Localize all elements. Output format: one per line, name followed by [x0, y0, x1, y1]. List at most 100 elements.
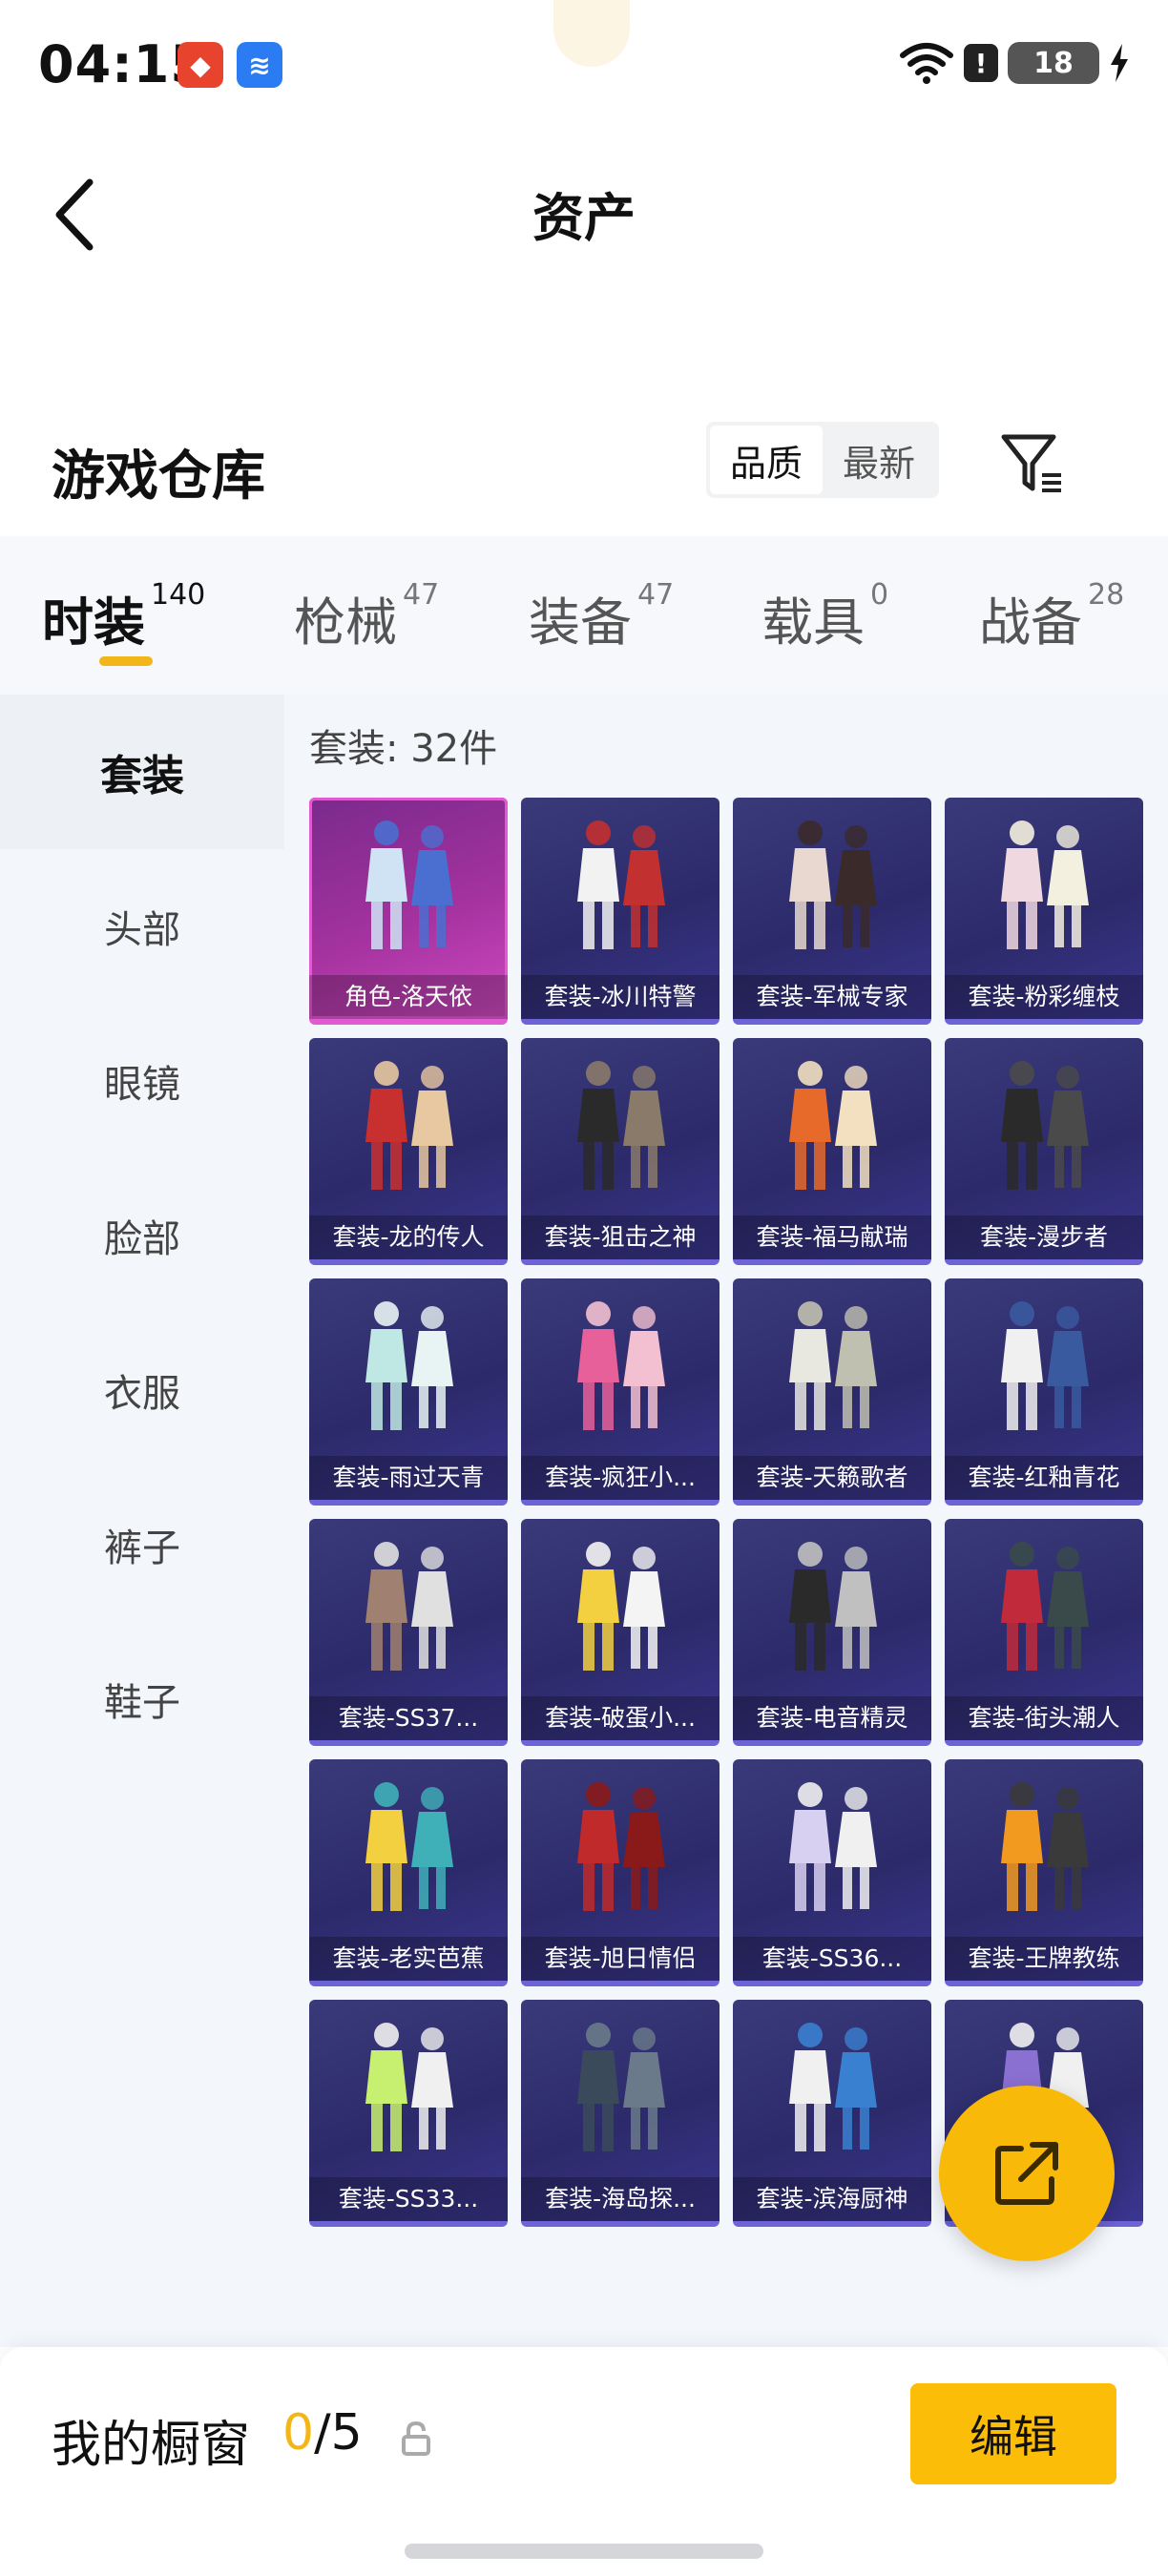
outfit-thumbnail [521, 1759, 720, 1937]
outfit-card[interactable]: 套装-天籁歌者 [733, 1278, 931, 1506]
outfit-name: 套装-龙的传人 [309, 1215, 508, 1259]
outfit-name: 套装-SS37... [309, 1696, 508, 1740]
outfit-count-label: 套装: 32件 [309, 727, 498, 771]
outfit-card[interactable]: 套装-海岛探... [521, 2000, 720, 2227]
outfit-card[interactable]: 套装-破蛋小... [521, 1519, 720, 1746]
tab-label: 装备 [529, 592, 632, 653]
outfit-thumbnail [733, 798, 931, 975]
outfit-thumbnail [521, 798, 720, 975]
outfit-card[interactable]: 套装-军械专家 [733, 798, 931, 1025]
tab-label: 战备 [979, 592, 1082, 653]
outfit-card[interactable]: 套装-雨过天青 [309, 1278, 508, 1506]
outfit-thumbnail [945, 1759, 1143, 1937]
tab-indicator [99, 656, 153, 666]
showcase-count: 0/5 [282, 2404, 363, 2462]
tab-label: 枪械 [294, 592, 397, 653]
outfit-card[interactable]: 角色-洛天依 [309, 798, 508, 1025]
alert-icon: ! [964, 44, 998, 82]
outfit-thumbnail [521, 1519, 720, 1696]
decor-icon [553, 0, 630, 67]
share-button[interactable] [939, 2086, 1115, 2261]
title-bar: 资产 [0, 134, 1168, 363]
outfit-thumbnail [309, 1278, 508, 1456]
filter-button[interactable] [996, 427, 1069, 500]
outfit-thumbnail [309, 1038, 508, 1215]
tab-count: 140 [151, 578, 206, 612]
tab-count: 47 [403, 578, 440, 612]
tab-count: 47 [637, 578, 675, 612]
outfit-card[interactable]: 套装-老实芭蕉 [309, 1759, 508, 1986]
showcase-bar: 我的橱窗 0/5 编辑 [0, 2347, 1168, 2576]
sub-item-pants[interactable]: 裤子 [0, 1467, 284, 1622]
outfit-name: 套装-疯狂小... [521, 1456, 720, 1500]
outfit-thumbnail [309, 1759, 508, 1937]
outfit-thumbnail [945, 1038, 1143, 1215]
outfit-thumbnail [945, 798, 1143, 975]
outfit-thumbnail [521, 1038, 720, 1215]
tab-fashion[interactable]: 时装 140 [42, 578, 206, 655]
sub-item-shoes[interactable]: 鞋子 [0, 1622, 284, 1776]
battery-icon: 18 [1008, 42, 1099, 84]
outfit-card[interactable]: 套装-SS36... [733, 1759, 931, 1986]
sub-item-outfit[interactable]: 套装 [0, 695, 284, 849]
outfit-thumbnail [733, 1519, 931, 1696]
outfit-name: 套装-粉彩缠枝 [945, 975, 1143, 1019]
showcase-total: 5 [330, 2404, 363, 2462]
item-grid: 角色-洛天依 套装-冰川特警 套装-军械专家 套装-粉彩缠枝套装-龙的传人 套装-狙击之… [309, 798, 1149, 2227]
tab-battle-prep[interactable]: 战备 28 [979, 578, 1125, 655]
outfit-name: 套装-红釉青花 [945, 1456, 1143, 1500]
outfit-card[interactable]: 套装-粉彩缠枝 [945, 798, 1143, 1025]
sub-item-clothes[interactable]: 衣服 [0, 1313, 284, 1467]
outfit-name: 套装-SS33... [309, 2177, 508, 2221]
showcase-label: 我的橱窗 [52, 2417, 251, 2474]
warehouse-title: 游戏仓库 [52, 446, 265, 508]
sort-toggle: 品质 最新 [706, 422, 939, 498]
outfit-card[interactable]: 套装-疯狂小... [521, 1278, 720, 1506]
outfit-card[interactable]: 套装-王牌教练 [945, 1759, 1143, 1986]
outfit-thumbnail [733, 1759, 931, 1937]
tab-count: 0 [870, 578, 889, 612]
outfit-card[interactable]: 套装-SS33... [309, 2000, 508, 2227]
tab-firearms[interactable]: 枪械 47 [294, 578, 440, 655]
tab-equipment[interactable]: 装备 47 [529, 578, 675, 655]
outfit-card[interactable]: 套装-冰川特警 [521, 798, 720, 1025]
outfit-card[interactable]: 套装-SS37... [309, 1519, 508, 1746]
outfit-card[interactable]: 套装-红釉青花 [945, 1278, 1143, 1506]
outfit-card[interactable]: 套装-电音精灵 [733, 1519, 931, 1746]
status-icons: ! 18 [899, 42, 1130, 84]
tab-label: 载具 [761, 592, 865, 653]
outfit-card[interactable]: 套装-旭日情侣 [521, 1759, 720, 1986]
outfit-thumbnail [521, 2000, 720, 2177]
outfit-card[interactable]: 套装-漫步者 [945, 1038, 1143, 1265]
outfit-name: 套装-漫步者 [945, 1215, 1143, 1259]
outfit-card[interactable]: 套装-狙击之神 [521, 1038, 720, 1265]
outfit-thumbnail [945, 1519, 1143, 1696]
outfit-card[interactable]: 套装-滨海厨神 [733, 2000, 931, 2227]
showcase-current: 0 [282, 2404, 315, 2462]
outfit-thumbnail [945, 1278, 1143, 1456]
outfit-name: 套装-旭日情侣 [521, 1937, 720, 1981]
sub-item-head[interactable]: 头部 [0, 849, 284, 1004]
showcase-separator: / [314, 2404, 331, 2462]
outfit-name: 套装-电音精灵 [733, 1696, 931, 1740]
tab-count: 28 [1088, 578, 1125, 612]
outfit-card[interactable]: 套装-街头潮人 [945, 1519, 1143, 1746]
edit-button[interactable]: 编辑 [910, 2383, 1116, 2484]
share-icon [995, 2142, 1058, 2205]
tab-vehicles[interactable]: 载具 0 [761, 578, 889, 655]
sub-item-glasses[interactable]: 眼镜 [0, 1004, 284, 1158]
home-indicator[interactable] [405, 2544, 763, 2559]
lock-icon [402, 2420, 430, 2456]
tab-label: 时装 [42, 592, 145, 653]
outfit-card[interactable]: 套装-福马献瑞 [733, 1038, 931, 1265]
outfit-name: 套装-老实芭蕉 [309, 1937, 508, 1981]
outfit-card[interactable]: 套装-龙的传人 [309, 1038, 508, 1265]
outfit-name: 套装-破蛋小... [521, 1696, 720, 1740]
sort-quality-button[interactable]: 品质 [710, 426, 823, 494]
outfit-thumbnail [521, 1278, 720, 1456]
sort-newest-button[interactable]: 最新 [823, 426, 935, 494]
outfit-name: 套装-海岛探... [521, 2177, 720, 2221]
outfit-name: 套装-军械专家 [733, 975, 931, 1019]
sub-item-face[interactable]: 脸部 [0, 1158, 284, 1313]
wifi-app-icon: ≋ [237, 42, 282, 88]
